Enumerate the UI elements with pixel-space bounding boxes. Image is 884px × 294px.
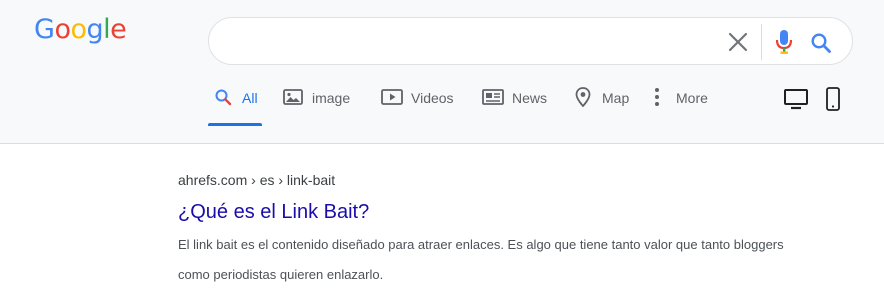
search-divider [761, 24, 762, 60]
tab-label: image [312, 90, 351, 106]
tab-image[interactable]: image [282, 86, 350, 126]
logo-letter: g [86, 14, 104, 45]
desktop-view-button[interactable] [783, 88, 809, 110]
tab-news[interactable]: News [482, 86, 547, 126]
image-icon [282, 86, 304, 108]
result-snippet: El link bait es el contenido diseñado pa… [178, 237, 784, 282]
close-icon [728, 32, 748, 52]
search-icon [811, 33, 831, 53]
tab-label: All [242, 90, 258, 106]
tab-label: More [676, 90, 708, 106]
map-pin-icon [572, 86, 594, 108]
tab-label: News [512, 90, 548, 106]
logo-letter: o [70, 14, 87, 45]
search-icon [212, 86, 234, 108]
tab-label: Map [602, 90, 630, 106]
logo-letter: l [103, 14, 111, 45]
microphone-icon [775, 30, 793, 54]
logo-letter: e [110, 14, 127, 45]
google-logo[interactable]: Google [34, 14, 127, 45]
search-box [208, 17, 853, 65]
news-icon [482, 86, 504, 108]
more-vertical-icon [646, 86, 668, 108]
search-header: Google All image Videos News Map More [0, 0, 884, 144]
tab-label: Videos [411, 90, 454, 106]
desktop-icon [784, 89, 808, 110]
video-icon [381, 86, 403, 108]
search-submit-button[interactable] [807, 29, 835, 57]
search-input[interactable] [229, 30, 713, 54]
clear-search-button[interactable] [725, 29, 751, 55]
result-breadcrumb[interactable]: ahrefs.com › es › link-bait [178, 170, 818, 190]
active-tab-indicator [208, 123, 262, 126]
tab-more[interactable]: More [646, 86, 708, 126]
mobile-icon [826, 87, 840, 111]
search-result: ahrefs.com › es › link-bait ¿Qué es el L… [178, 170, 818, 290]
tab-map[interactable]: Map [572, 86, 629, 126]
logo-letter: o [54, 14, 71, 45]
tab-videos[interactable]: Videos [381, 86, 454, 126]
mobile-view-button[interactable] [825, 87, 841, 111]
result-title-link[interactable]: ¿Qué es el Link Bait? [178, 200, 818, 224]
logo-letter: G [34, 14, 55, 45]
voice-search-button[interactable] [772, 28, 796, 56]
tab-all[interactable]: All [212, 86, 258, 126]
